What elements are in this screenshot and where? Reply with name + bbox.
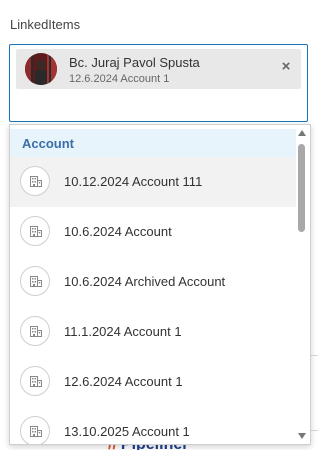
dropdown-option[interactable]: 13.10.2025 Account 1 <box>10 407 296 444</box>
linked-items-label: LinkedItems <box>10 17 81 32</box>
linked-items-dropdown[interactable]: Account 10.12.2024 Account 111 10.6.2024 … <box>9 124 311 445</box>
background-divider <box>310 355 318 356</box>
dropdown-option[interactable]: 10.12.2024 Account 111 <box>10 157 296 207</box>
dropdown-option-label: 10.6.2024 Archived Account <box>64 274 226 289</box>
person-photo-avatar <box>25 53 57 85</box>
scroll-up-arrow-icon[interactable] <box>298 130 306 136</box>
building-icon <box>20 266 50 296</box>
dropdown-list: 10.12.2024 Account 111 10.6.2024 Account 1… <box>10 157 296 444</box>
dropdown-option[interactable]: 10.6.2024 Account <box>10 207 296 257</box>
group-header-account: Account <box>10 129 296 157</box>
dropdown-option-label: 13.10.2025 Account 1 <box>64 424 190 439</box>
close-icon[interactable]: × <box>279 59 293 74</box>
linked-items-picker[interactable]: Bc. Juraj Pavol Spusta 12.6.2024 Account… <box>9 44 308 122</box>
dropdown-option[interactable]: 10.6.2024 Archived Account <box>10 257 296 307</box>
dropdown-option-label: 12.6.2024 Account 1 <box>64 374 183 389</box>
scroll-down-arrow-icon[interactable] <box>298 433 306 439</box>
building-icon <box>20 166 50 196</box>
dropdown-option-label: 10.6.2024 Account <box>64 224 172 239</box>
building-icon <box>20 416 50 444</box>
dropdown-option[interactable]: 11.1.2024 Account 1 <box>10 307 296 357</box>
dropdown-option[interactable]: 12.6.2024 Account 1 <box>10 357 296 407</box>
dropdown-option-label: 11.1.2024 Account 1 <box>64 324 182 339</box>
chip-title: Bc. Juraj Pavol Spusta <box>69 55 200 70</box>
background-divider <box>310 430 318 431</box>
avatar <box>25 53 57 85</box>
building-icon <box>20 216 50 246</box>
dropdown-scrollbar[interactable] <box>296 127 308 442</box>
building-icon <box>20 316 50 346</box>
building-icon <box>20 366 50 396</box>
selected-item-chip[interactable]: Bc. Juraj Pavol Spusta 12.6.2024 Account… <box>16 49 301 89</box>
chip-subtitle: 12.6.2024 Account 1 <box>69 73 170 85</box>
scroll-thumb[interactable] <box>298 144 305 232</box>
dropdown-option-label: 10.12.2024 Account 111 <box>64 174 203 189</box>
